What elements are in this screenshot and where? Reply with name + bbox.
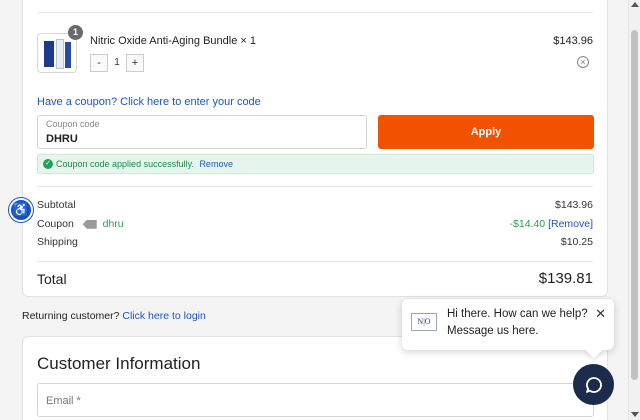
coupon-discount: -$14.40 (509, 218, 546, 230)
product-name: Nitric Oxide Anti-Aging Bundle × 1 (90, 35, 257, 47)
increase-quantity-button[interactable]: + (126, 54, 144, 72)
coupon-success-message: ✓ Coupon code applied successfully. Remo… (37, 154, 594, 174)
coupon-code-value[interactable]: DHRU (46, 133, 78, 145)
email-placeholder: Email * (46, 395, 81, 407)
email-field[interactable]: Email * (37, 383, 594, 417)
coupon-applied-code: dhru (102, 218, 124, 230)
returning-customer: Returning customer? Click here to login (22, 310, 206, 322)
login-link[interactable]: Click here to login (122, 310, 205, 322)
accessibility-icon[interactable]: ♿ (9, 198, 33, 222)
decrease-quantity-button[interactable]: - (90, 54, 108, 72)
coupon-code-label: Coupon code (46, 119, 100, 129)
chat-greeting-popup[interactable]: N|O Hi there. How can we help? Message u… (402, 299, 614, 350)
quantity-badge: 1 (68, 25, 83, 40)
total-row: Total $139.81 (37, 270, 593, 287)
quantity-value[interactable]: 1 (108, 54, 126, 72)
product-price: $143.96 (553, 35, 593, 47)
order-summary-card: 1 Nitric Oxide Anti-Aging Bundle × 1 $14… (22, 0, 608, 297)
divider (37, 12, 593, 13)
check-circle-icon: ✓ (43, 159, 53, 169)
quantity-stepper: - 1 + (90, 54, 144, 72)
shipping-value: $10.25 (560, 236, 593, 248)
scroll-up-arrow-icon[interactable] (631, 2, 639, 7)
divider (37, 186, 593, 187)
subtotal-value: $143.96 (555, 199, 593, 211)
coupon-toggle-link[interactable]: Have a coupon? Click here to enter your … (37, 96, 261, 108)
tag-icon (82, 219, 97, 229)
total-label: Total (37, 271, 67, 287)
close-icon[interactable]: ✕ (595, 306, 606, 322)
chat-bubble-icon[interactable] (573, 364, 614, 405)
scrollbar-thumb[interactable] (631, 30, 638, 380)
shipping-label: Shipping (37, 236, 78, 248)
shipping-row: Shipping $10.25 (37, 236, 593, 248)
returning-text: Returning customer? (22, 310, 120, 322)
customer-info-title: Customer Information (37, 354, 201, 373)
brand-logo: N|O (411, 313, 437, 331)
subtotal-row: Subtotal $143.96 (37, 199, 593, 211)
coupon-remove-link[interactable]: [Remove] (548, 218, 593, 230)
total-value: $139.81 (538, 270, 593, 287)
coupon-code-input[interactable]: Coupon code DHRU (37, 115, 367, 149)
page-scrollbar[interactable] (628, 0, 640, 420)
chat-greeting-line1: Hi there. How can we help? (447, 308, 588, 320)
chat-greeting-line2: Message us here. (447, 325, 539, 337)
remove-coupon-link[interactable]: Remove (199, 159, 233, 169)
coupon-label: Coupon (37, 218, 74, 230)
divider (37, 261, 593, 262)
remove-item-icon[interactable]: × (577, 56, 589, 68)
subtotal-label: Subtotal (37, 199, 76, 211)
coupon-row: Coupon dhru -$14.40 [Remove] (37, 218, 593, 230)
scroll-down-arrow-icon[interactable] (631, 412, 639, 417)
success-text: Coupon code applied successfully. (56, 159, 194, 169)
apply-coupon-button[interactable]: Apply (378, 115, 594, 149)
